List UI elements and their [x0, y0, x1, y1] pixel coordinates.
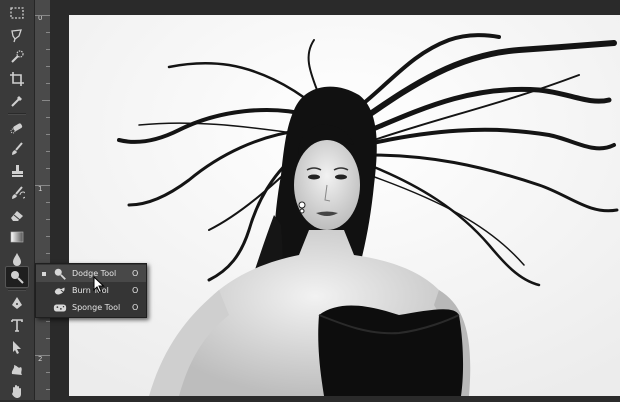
eraser-icon — [11, 211, 23, 221]
hand-icon — [12, 385, 21, 398]
burn-icon — [54, 287, 65, 295]
gradient-tool[interactable] — [5, 226, 29, 248]
eyedropper-tool[interactable] — [5, 90, 29, 112]
ruler-tick — [35, 185, 50, 186]
canvas-area[interactable] — [51, 0, 620, 400]
type-icon — [11, 319, 23, 332]
ruler-tick — [46, 83, 50, 84]
blur-icon — [13, 253, 21, 266]
document-image[interactable] — [69, 15, 620, 396]
pen-tool[interactable] — [5, 292, 29, 314]
flyout-item-shortcut: O — [132, 269, 139, 278]
ruler-tick — [46, 49, 50, 50]
flyout-item-shortcut: O — [132, 303, 139, 312]
ruler-label-1: 1 — [38, 185, 43, 193]
ruler-tick — [46, 32, 50, 33]
gradient-icon — [10, 231, 24, 243]
ruler-label-2: 2 — [38, 355, 43, 363]
brush-icon — [12, 142, 23, 155]
flyout-item-dodge-tool[interactable]: Dodge Tool O — [36, 265, 146, 282]
flyout-item-burn-tool[interactable]: Burn Tool O — [36, 282, 146, 299]
toning-tools-flyout: Dodge Tool O Burn Tool O Sponge Tool O — [35, 263, 147, 318]
ruler-tick — [46, 168, 50, 169]
lasso-icon — [11, 29, 22, 43]
ruler-tick — [46, 321, 50, 322]
ruler-tick — [46, 338, 50, 339]
ruler-tick — [46, 117, 50, 118]
crop-tool[interactable] — [5, 68, 29, 90]
mouse-pointer-icon — [93, 276, 105, 294]
quick-selection-tool[interactable] — [5, 46, 29, 68]
crop-icon — [10, 72, 24, 86]
ruler-tick — [46, 151, 50, 152]
sponge-icon — [53, 304, 67, 311]
eraser-tool[interactable] — [5, 204, 29, 226]
hand-tool[interactable] — [5, 380, 29, 402]
type-tool[interactable] — [5, 314, 29, 336]
portrait-photo — [69, 15, 620, 396]
selected-bullet — [42, 271, 46, 276]
spot-healing-brush-icon — [10, 123, 23, 134]
tools-panel — [0, 0, 35, 400]
ruler-tick — [46, 202, 50, 203]
custom-shape-icon — [11, 365, 22, 375]
pen-icon — [12, 297, 22, 309]
ruler-tick — [46, 389, 50, 390]
dodge-icon — [54, 268, 66, 280]
ruler-tick — [46, 372, 50, 373]
clone-stamp-tool[interactable] — [5, 160, 29, 182]
ruler-tick — [46, 253, 50, 254]
brush-tool[interactable] — [5, 138, 29, 160]
custom-shape-tool[interactable] — [5, 358, 29, 380]
dodge-icon — [11, 271, 24, 284]
dodge-tool[interactable] — [5, 266, 29, 288]
flyout-item-shortcut: O — [132, 286, 139, 295]
history-brush-icon — [12, 186, 25, 199]
ruler-tick — [46, 134, 50, 135]
vertical-ruler: 0 1 2 — [35, 0, 51, 400]
ruler-tick — [46, 219, 50, 220]
quick-selection-icon — [11, 50, 24, 63]
flyout-item-sponge-tool[interactable]: Sponge Tool O — [36, 299, 146, 316]
spot-healing-brush-tool[interactable] — [5, 116, 29, 138]
eyedropper-icon — [11, 96, 22, 107]
ruler-tick — [35, 15, 50, 16]
lasso-tool[interactable] — [5, 24, 29, 46]
clone-stamp-icon — [12, 165, 23, 177]
path-selection-icon — [13, 341, 21, 354]
ruler-tick — [46, 66, 50, 67]
ruler-tick — [35, 355, 50, 356]
history-brush-tool[interactable] — [5, 182, 29, 204]
ruler-tick — [42, 100, 50, 101]
path-selection-tool[interactable] — [5, 336, 29, 358]
rectangular-marquee-tool[interactable] — [5, 2, 29, 24]
ruler-tick — [46, 236, 50, 237]
flyout-item-label: Sponge Tool — [72, 303, 121, 312]
rectangular-marquee-icon — [10, 7, 24, 19]
